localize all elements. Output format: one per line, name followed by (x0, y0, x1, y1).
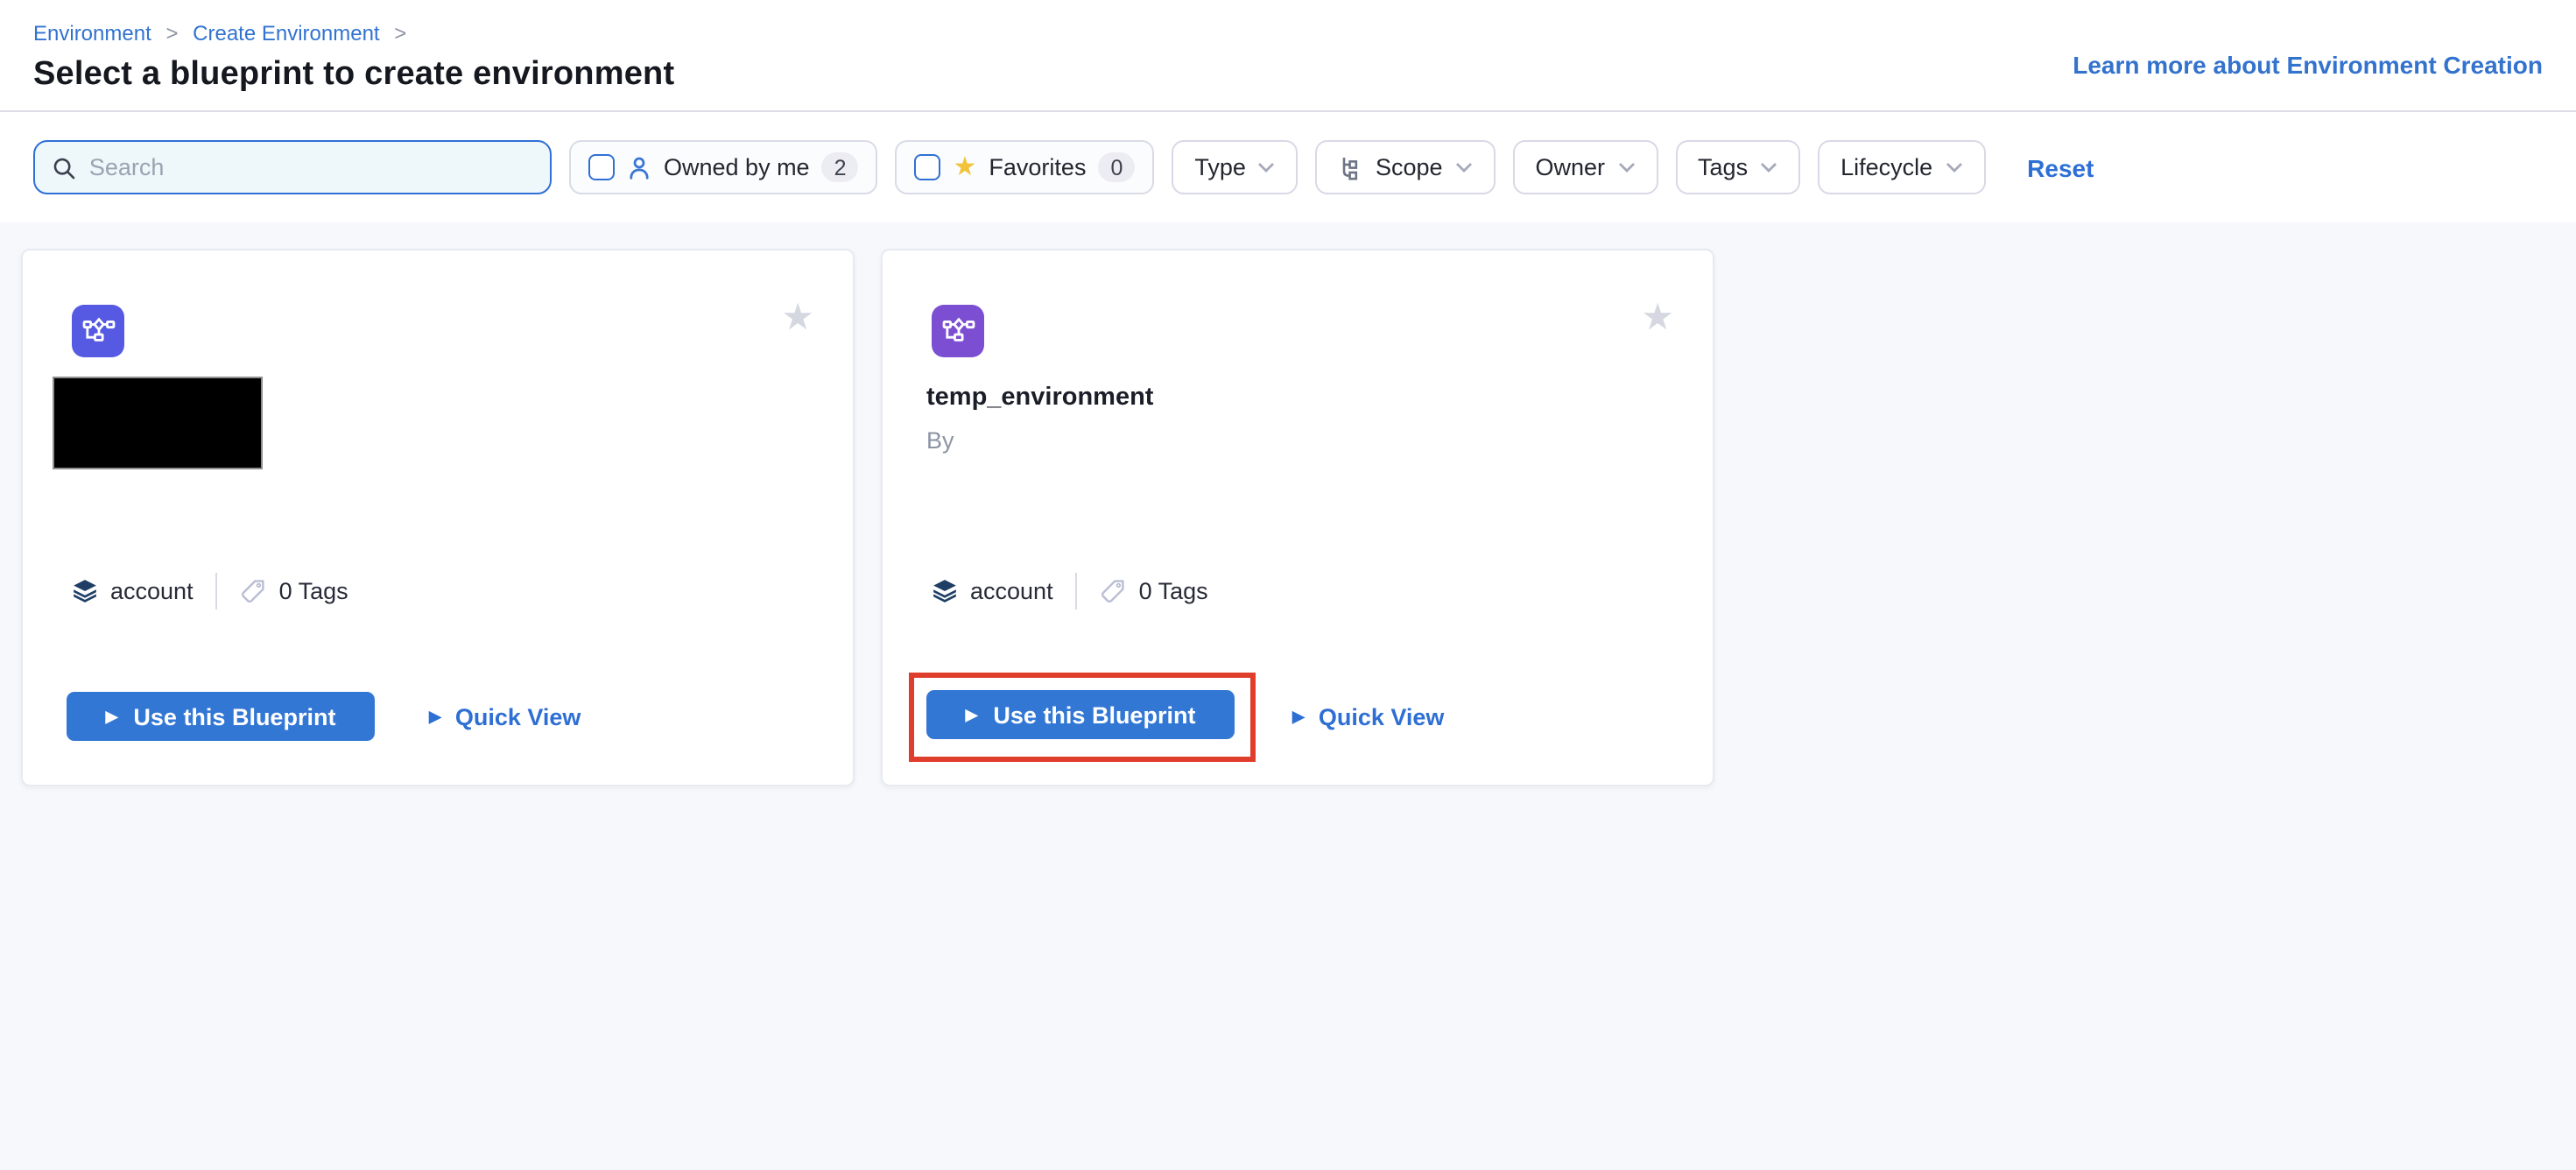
chevron-down-icon (1760, 161, 1777, 173)
play-icon: ▶ (1292, 709, 1305, 725)
search-icon (53, 155, 75, 180)
tags-dropdown-label: Tags (1698, 154, 1748, 180)
card-meta: account 0 Tags (72, 573, 348, 610)
page: Environment > Create Environment > Selec… (0, 0, 2576, 1170)
card-meta: account 0 Tags (932, 573, 1208, 610)
card-actions: ▶ Use this Blueprint ▶ Quick View (67, 692, 581, 741)
breadcrumb-separator: > (165, 21, 178, 46)
person-icon (627, 155, 651, 180)
tags-count-label: 0 Tags (279, 578, 348, 604)
scope-label: account (970, 578, 1053, 604)
type-dropdown[interactable]: Type (1172, 140, 1299, 194)
play-icon: ▶ (106, 708, 118, 724)
blueprint-author: By (926, 427, 954, 454)
favorite-star-icon[interactable]: ★ (781, 300, 814, 336)
quick-view-label: Quick View (1319, 704, 1445, 730)
filter-bar: Owned by me 2 ★ Favorites 0 Type Scope (0, 112, 2576, 222)
owned-by-me-filter[interactable]: Owned by me 2 (569, 140, 878, 194)
blueprint-card: ★ account 0 Tags (21, 249, 855, 786)
tag-icon (241, 578, 267, 604)
scope-dropdown[interactable]: Scope (1316, 140, 1496, 194)
chevron-down-icon (1455, 161, 1473, 173)
quick-view-link[interactable]: ▶ Quick View (429, 703, 581, 729)
type-dropdown-label: Type (1194, 154, 1246, 180)
layers-icon (932, 578, 958, 604)
owned-by-me-count: 2 (822, 152, 859, 182)
breadcrumb-environment[interactable]: Environment (33, 21, 151, 46)
divider (1076, 573, 1078, 610)
chevron-down-icon (1617, 161, 1635, 173)
use-blueprint-label: Use this Blueprint (993, 701, 1195, 728)
use-blueprint-button[interactable]: ▶ Use this Blueprint (926, 690, 1235, 739)
lifecycle-dropdown[interactable]: Lifecycle (1818, 140, 1985, 194)
blueprint-card: ★ temp_environment By account 0 Ta (881, 249, 1714, 786)
blueprint-cards: ★ account 0 Tags (21, 249, 2555, 786)
blueprint-name: temp_environment (926, 384, 1153, 412)
favorites-star-icon: ★ (954, 154, 977, 180)
reset-filters-button[interactable]: Reset (2027, 153, 2094, 181)
owner-dropdown-label: Owner (1536, 154, 1606, 180)
tags-count-label: 0 Tags (1139, 578, 1208, 604)
highlight-annotation-box: ▶ Use this Blueprint (909, 673, 1256, 762)
lifecycle-dropdown-label: Lifecycle (1841, 154, 1932, 180)
breadcrumb: Environment > Create Environment > (33, 21, 2543, 47)
scope-dropdown-label: Scope (1376, 154, 1443, 180)
quick-view-link[interactable]: ▶ Quick View (1292, 704, 1444, 730)
owned-by-me-checkbox[interactable] (588, 154, 615, 180)
layers-icon (72, 578, 98, 604)
tags-dropdown[interactable]: Tags (1675, 140, 1800, 194)
quick-view-label: Quick View (455, 703, 581, 729)
search-box[interactable] (33, 140, 552, 194)
play-icon: ▶ (429, 708, 441, 724)
use-blueprint-button[interactable]: ▶ Use this Blueprint (67, 692, 375, 741)
scope-tree-icon (1339, 155, 1363, 180)
favorites-count: 0 (1098, 152, 1135, 182)
chevron-down-icon (1258, 161, 1276, 173)
owned-by-me-label: Owned by me (664, 154, 810, 180)
scope-label: account (110, 578, 194, 604)
favorites-filter[interactable]: ★ Favorites 0 (896, 140, 1155, 194)
use-blueprint-label: Use this Blueprint (133, 703, 335, 729)
blueprint-icon (72, 305, 124, 357)
favorites-checkbox[interactable] (915, 154, 941, 180)
favorites-label: Favorites (989, 154, 1086, 180)
breadcrumb-create-environment[interactable]: Create Environment (193, 21, 379, 46)
search-input[interactable] (89, 154, 532, 180)
breadcrumb-separator: > (394, 21, 406, 46)
redacted-blueprint-name (53, 377, 263, 469)
chevron-down-icon (1945, 161, 1962, 173)
owner-dropdown[interactable]: Owner (1513, 140, 1658, 194)
learn-more-link[interactable]: Learn more about Environment Creation (2073, 51, 2543, 79)
favorite-star-icon[interactable]: ★ (1641, 300, 1674, 336)
play-icon: ▶ (966, 707, 978, 722)
card-actions: ▶ Use this Blueprint ▶ Quick View (909, 673, 1444, 762)
tag-icon (1101, 578, 1127, 604)
blueprint-icon (932, 305, 984, 357)
content-area: ★ account 0 Tags (0, 222, 2576, 1170)
page-header: Environment > Create Environment > Selec… (0, 0, 2576, 112)
divider (216, 573, 218, 610)
